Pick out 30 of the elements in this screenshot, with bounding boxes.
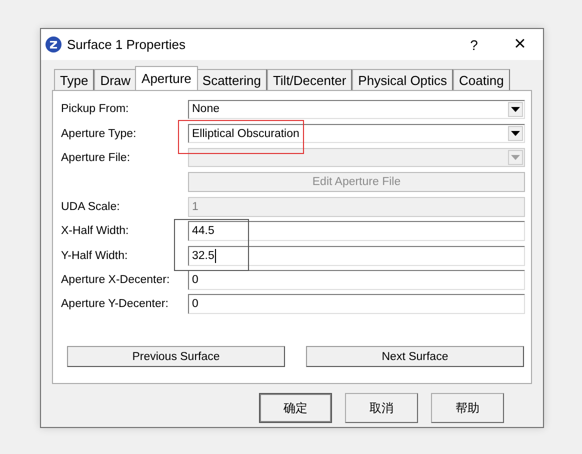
dialog-button[interactable]: 取消 [345, 393, 418, 423]
field-label: Pickup From: [61, 103, 130, 116]
dialog-button[interactable]: 确定 [259, 393, 332, 423]
close-button[interactable]: × [497, 29, 543, 60]
input-field[interactable]: 0 [188, 294, 525, 314]
field-label: X-Half Width: [61, 225, 130, 238]
tab[interactable]: Type [54, 69, 94, 90]
field-label: Aperture Y-Decenter: [61, 298, 170, 310]
input-field[interactable]: 0 [188, 270, 525, 290]
surface-nav-button[interactable]: Next Surface [306, 346, 524, 367]
tab[interactable]: Scattering [196, 69, 267, 90]
dialog-button[interactable]: 帮助 [431, 393, 504, 423]
dropdown[interactable]: Elliptical Obscuration [188, 124, 525, 144]
tab[interactable]: Aperture [134, 66, 198, 90]
tab[interactable]: Coating [453, 69, 510, 90]
tab[interactable]: Physical Optics [352, 69, 454, 90]
tab[interactable]: Tilt/Decenter [266, 69, 352, 90]
field-label: Y-Half Width: [61, 250, 129, 262]
input-field[interactable]: 32.5 [188, 246, 525, 266]
tab[interactable]: Draw [94, 69, 137, 90]
field-label: Aperture File: [61, 152, 132, 164]
window-title: Surface 1 Properties [67, 37, 187, 52]
help-button[interactable]: ? [451, 29, 497, 60]
dropdown[interactable]: None [188, 100, 525, 119]
field-label: UDA Scale: [61, 200, 121, 213]
app-logo-icon [45, 36, 62, 53]
input-field[interactable]: 44.5 [188, 221, 525, 242]
field-label: Aperture X-Decenter: [61, 274, 171, 286]
field-label: Aperture Type: [61, 128, 138, 140]
surface-nav-button[interactable]: Previous Surface [67, 346, 285, 367]
